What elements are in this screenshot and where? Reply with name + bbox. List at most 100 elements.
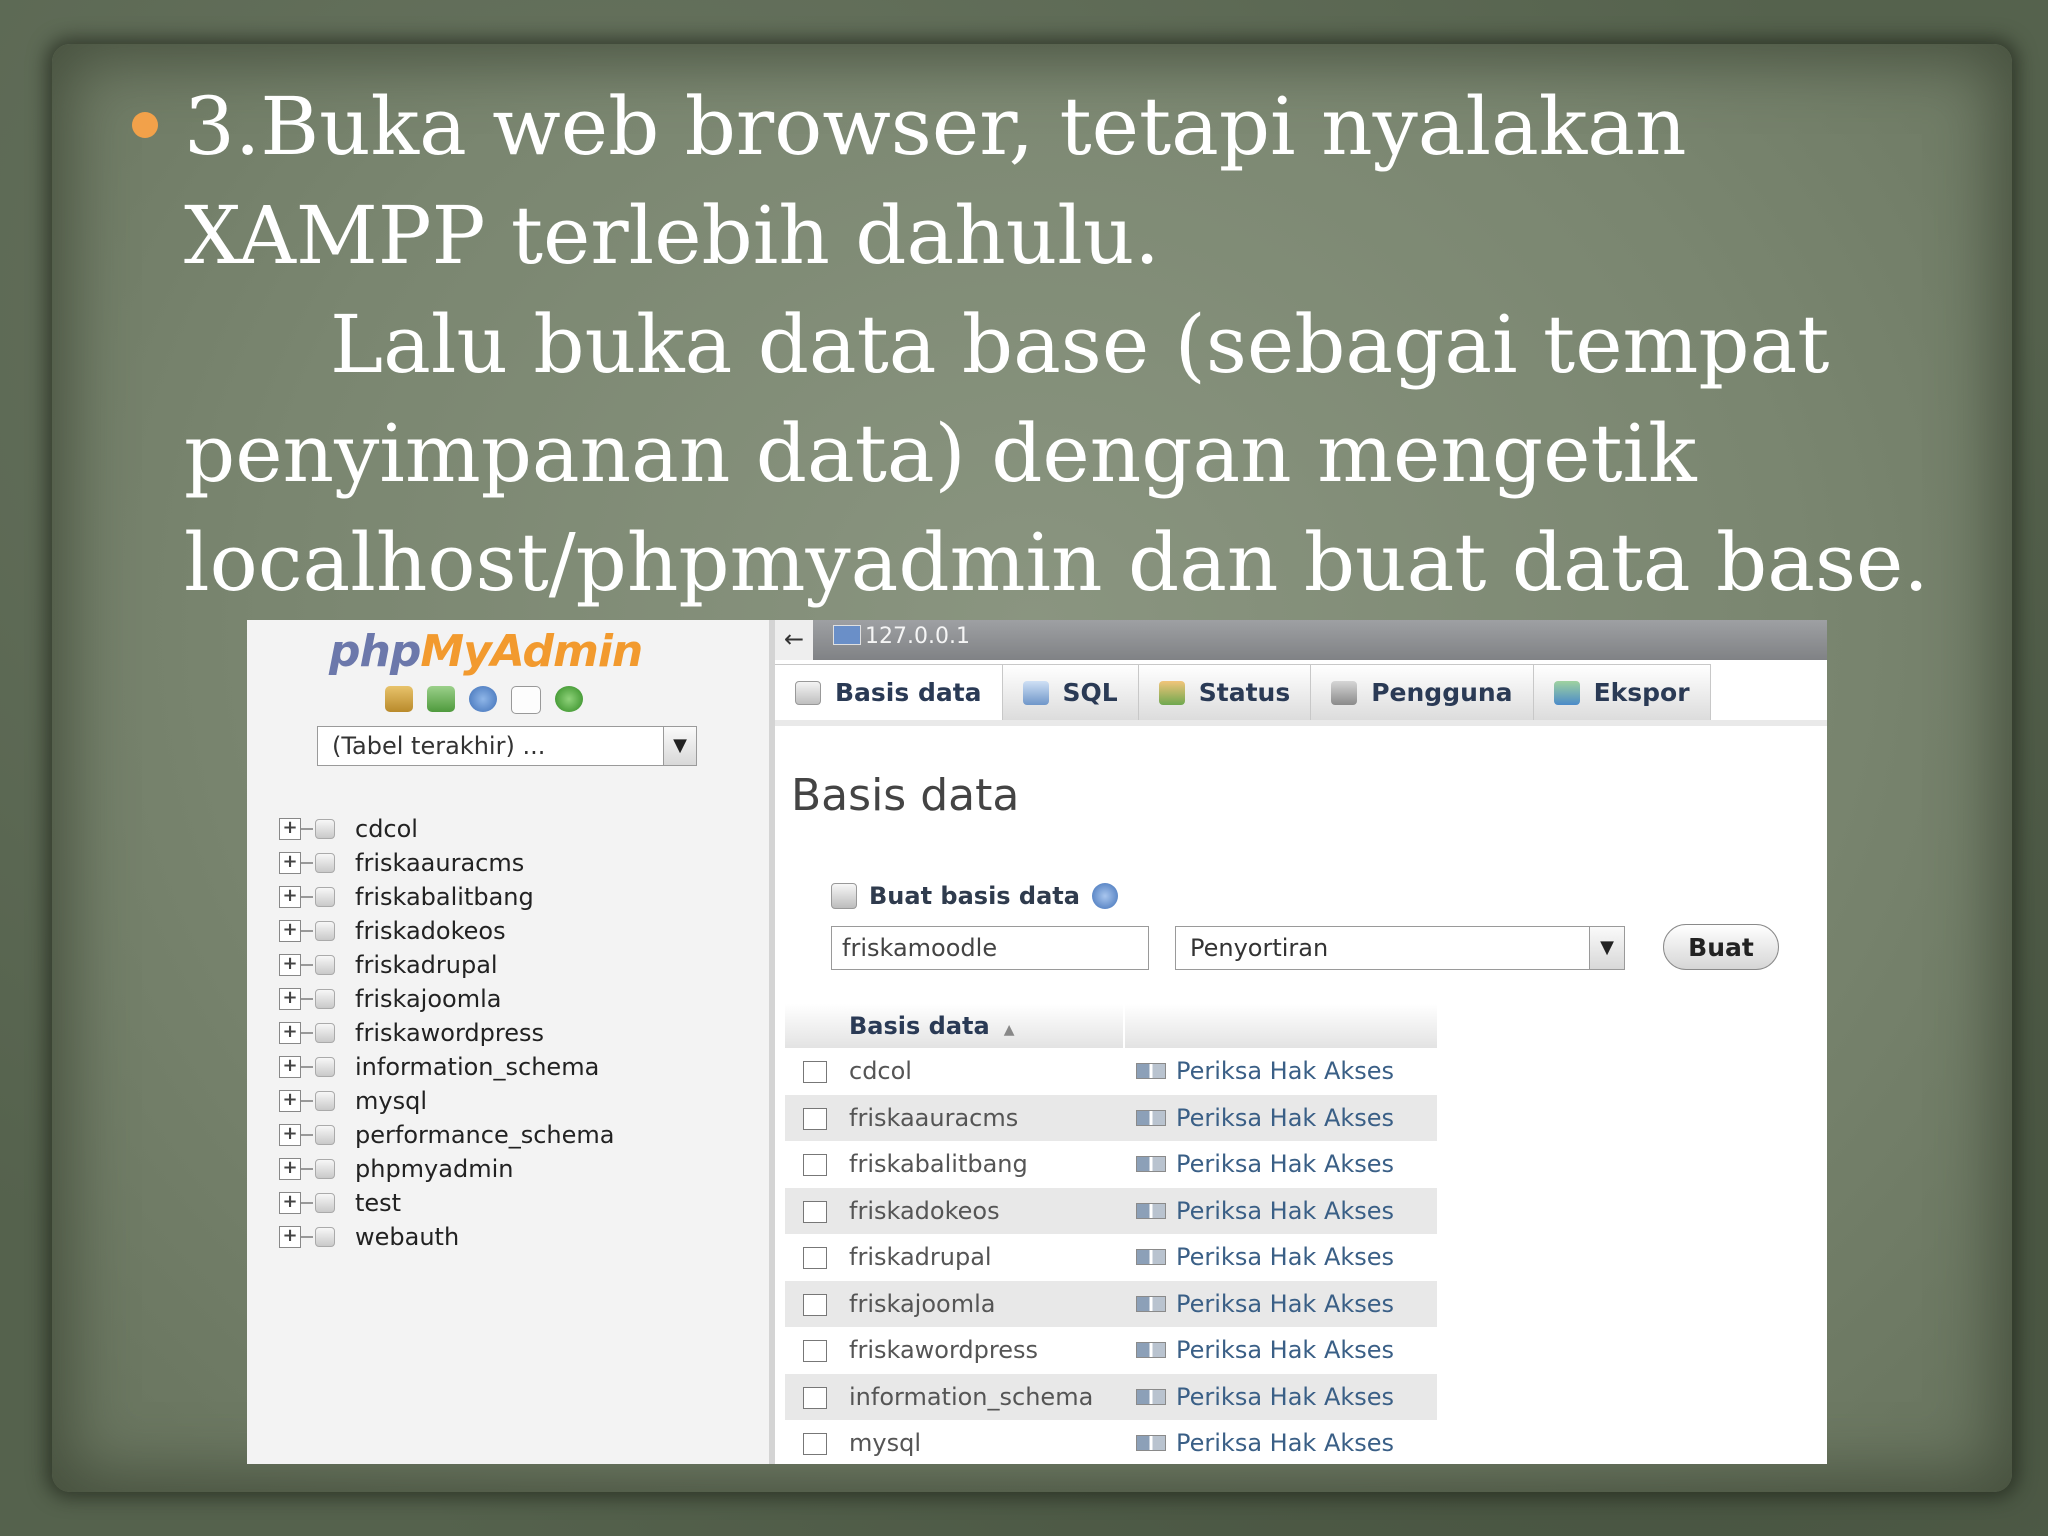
expand-icon[interactable]: + (279, 886, 301, 908)
checkbox-column-header (785, 1004, 845, 1048)
expand-icon[interactable]: + (279, 852, 301, 874)
check-privileges-link[interactable]: Periksa Hak Akses (1124, 1150, 1437, 1178)
database-name-link[interactable]: friskadokeos (845, 1187, 1124, 1234)
row-checkbox[interactable] (803, 1247, 827, 1270)
database-name-link[interactable]: friskajoomla (845, 1280, 1124, 1327)
breadcrumb: ← 127.0.0.1 (775, 620, 1827, 660)
tree-item-label[interactable]: friskadrupal (355, 951, 498, 979)
tree-item-label[interactable]: performance_schema (355, 1121, 614, 1149)
sort-ascending-icon[interactable]: ▲ (1004, 1022, 1015, 1038)
column-header-basis-data[interactable]: Basis data ▲ (845, 1004, 1125, 1048)
tree-item[interactable]: + performance_schema (279, 1118, 614, 1152)
expand-icon[interactable]: + (279, 954, 301, 976)
tree-item[interactable]: + cdcol (279, 812, 614, 846)
main-panel: ← 127.0.0.1 Basis data SQL Status Penggu… (775, 620, 1827, 1464)
back-arrow-icon[interactable]: ← (775, 620, 813, 660)
expand-icon[interactable]: + (279, 1192, 301, 1214)
expand-icon[interactable]: + (279, 1056, 301, 1078)
tab-basis-data[interactable]: Basis data (775, 664, 1003, 720)
tree-item[interactable]: + phpmyadmin (279, 1152, 614, 1186)
check-privileges-link[interactable]: Periksa Hak Akses (1124, 1429, 1437, 1457)
tree-item-label[interactable]: friskadokeos (355, 917, 506, 945)
tree-item-label[interactable]: webauth (355, 1223, 459, 1251)
tree-item[interactable]: + friskawordpress (279, 1016, 614, 1050)
database-icon (315, 955, 335, 975)
tree-item[interactable]: + webauth (279, 1220, 614, 1254)
privileges-cell: Periksa Hak Akses (1124, 1327, 1437, 1374)
check-privileges-link[interactable]: Periksa Hak Akses (1124, 1336, 1437, 1364)
tree-item-label[interactable]: friskajoomla (355, 985, 501, 1013)
column-header-label: Basis data (849, 1012, 990, 1040)
tree-item[interactable]: + information_schema (279, 1050, 614, 1084)
database-name-link[interactable]: information_schema (845, 1373, 1124, 1420)
tree-item-label[interactable]: test (355, 1189, 401, 1217)
expand-icon[interactable]: + (279, 1124, 301, 1146)
tab-divider (775, 720, 1827, 726)
row-checkbox[interactable] (803, 1107, 827, 1130)
tree-item[interactable]: + friskajoomla (279, 982, 614, 1016)
home-icon[interactable] (385, 686, 413, 712)
sql-query-icon[interactable] (427, 686, 455, 712)
slide-line: Lalu buka data base (sebagai tempat (330, 298, 1830, 391)
database-icon (315, 989, 335, 1009)
tree-item-label[interactable]: cdcol (355, 815, 418, 843)
tree-item[interactable]: + friskadrupal (279, 948, 614, 982)
row-checkbox[interactable] (803, 1293, 827, 1316)
help-icon[interactable] (1091, 883, 1118, 909)
breadcrumb-server[interactable]: 127.0.0.1 (833, 624, 970, 649)
check-privileges-link[interactable]: Periksa Hak Akses (1124, 1383, 1437, 1411)
phpmyadmin-logo[interactable]: phpMyAdmin (329, 626, 643, 677)
check-privileges-link[interactable]: Periksa Hak Akses (1124, 1243, 1437, 1271)
expand-icon[interactable]: + (279, 920, 301, 942)
expand-icon[interactable]: + (279, 1090, 301, 1112)
database-name-link[interactable]: friskaauracms (845, 1094, 1124, 1141)
database-name-link[interactable]: friskawordpress (845, 1327, 1124, 1374)
help-icon[interactable] (469, 686, 497, 712)
chevron-down-icon[interactable]: ▼ (663, 727, 696, 765)
database-icon (315, 1227, 335, 1247)
tree-item[interactable]: + friskaauracms (279, 846, 614, 880)
create-button[interactable]: Buat (1663, 924, 1779, 970)
tree-item[interactable]: + friskadokeos (279, 914, 614, 948)
row-checkbox[interactable] (803, 1061, 827, 1084)
database-name-link[interactable]: mysql (845, 1420, 1124, 1464)
tree-item-label[interactable]: mysql (355, 1087, 427, 1115)
expand-icon[interactable]: + (279, 1158, 301, 1180)
tree-item-label[interactable]: information_schema (355, 1053, 599, 1081)
tree-item-label[interactable]: friskawordpress (355, 1019, 544, 1047)
expand-icon[interactable]: + (279, 818, 301, 840)
docs-icon[interactable] (511, 686, 541, 714)
row-checkbox[interactable] (803, 1340, 827, 1363)
database-name-link[interactable]: friskabalitbang (845, 1141, 1124, 1188)
check-privileges-link[interactable]: Periksa Hak Akses (1124, 1104, 1437, 1132)
row-checkbox[interactable] (803, 1154, 827, 1177)
tree-item-label[interactable]: phpmyadmin (355, 1155, 513, 1183)
slide-line: XAMPP terlebih dahulu. (184, 189, 1160, 282)
check-privileges-link[interactable]: Periksa Hak Akses (1124, 1290, 1437, 1318)
recent-tables-select[interactable]: (Tabel terakhir) ... ▼ (317, 726, 697, 766)
tree-item[interactable]: + friskabalitbang (279, 880, 614, 914)
row-checkbox[interactable] (803, 1433, 827, 1456)
database-name-link[interactable]: friskadrupal (845, 1234, 1124, 1281)
collation-select[interactable]: Penyortiran ▼ (1175, 926, 1625, 970)
tab-ekspor[interactable]: Ekspor (1533, 664, 1711, 720)
tab-pengguna[interactable]: Pengguna (1311, 664, 1534, 720)
table-row: friskadokeos Periksa Hak Akses (785, 1187, 1437, 1234)
expand-icon[interactable]: + (279, 988, 301, 1010)
tree-item-label[interactable]: friskabalitbang (355, 883, 534, 911)
database-name-link[interactable]: cdcol (845, 1048, 1124, 1095)
row-checkbox[interactable] (803, 1386, 827, 1409)
reload-icon[interactable] (555, 686, 583, 712)
check-privileges-link[interactable]: Periksa Hak Akses (1124, 1197, 1437, 1225)
database-name-input[interactable] (831, 926, 1149, 970)
check-privileges-link[interactable]: Periksa Hak Akses (1124, 1057, 1437, 1085)
tree-item-label[interactable]: friskaauracms (355, 849, 524, 877)
tree-item[interactable]: + test (279, 1186, 614, 1220)
tab-status[interactable]: Status (1138, 664, 1312, 720)
row-checkbox[interactable] (803, 1200, 827, 1223)
tree-item[interactable]: + mysql (279, 1084, 614, 1118)
expand-icon[interactable]: + (279, 1226, 301, 1248)
tab-sql[interactable]: SQL (1002, 664, 1139, 720)
expand-icon[interactable]: + (279, 1022, 301, 1044)
chevron-down-icon[interactable]: ▼ (1589, 927, 1624, 969)
